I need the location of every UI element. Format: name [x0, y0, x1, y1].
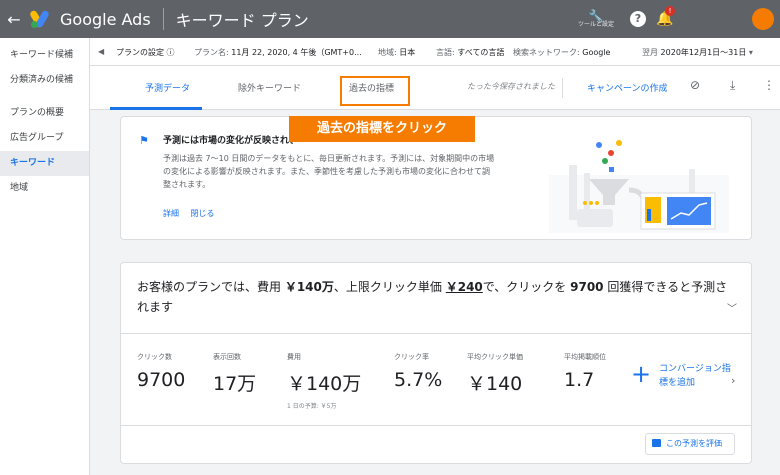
metric-value-avg-position: 1.7: [564, 369, 595, 391]
notification-badge: !: [665, 6, 675, 16]
tools-button[interactable]: 🔧 ツールと設定: [576, 10, 616, 28]
google-ads-logo: [28, 9, 52, 29]
close-link[interactable]: 閉じる: [191, 209, 215, 218]
plan-settings-bar: ◀ プランの設定 ⓘ プラン名: 11月 22, 2020, 4 午後（GMT+…: [90, 38, 780, 66]
sidebar-item-grouped-ideas[interactable]: 分類済みの候補: [0, 68, 89, 93]
create-campaign-button[interactable]: キャンペーンの作成: [587, 81, 668, 94]
metric-label-cost: 費用: [287, 353, 301, 361]
metric-value-avg-cpc: ￥140: [467, 373, 523, 395]
bell-icon[interactable]: 🔔 !: [656, 6, 675, 27]
add-icon[interactable]: +: [631, 362, 651, 386]
info-title: 予測には市場の変化が反映されます: [163, 136, 293, 146]
divider: [121, 333, 751, 334]
sidebar: キーワード候補 分類済みの候補 プランの概要 広告グループ キーワード 地域: [0, 38, 90, 475]
add-conversion-metric-link[interactable]: コンバージョン指標を追加: [659, 362, 731, 390]
evaluate-forecast-button[interactable]: この予測を評価: [645, 433, 735, 455]
divider: [162, 8, 164, 30]
metric-label-avg-position: 平均掲載順位: [564, 353, 606, 361]
metric-label-impressions: 表示回数: [213, 353, 241, 361]
instruction-callout: 過去の指標をクリック: [289, 116, 475, 142]
plan-settings-label[interactable]: プランの設定 ⓘ: [116, 47, 175, 58]
divider: [121, 425, 751, 426]
help-icon[interactable]: ?: [630, 11, 646, 27]
date-range-setting[interactable]: 翌月 2020年12月1日～31日 ▾: [642, 47, 753, 58]
app-name: Google Ads: [60, 9, 151, 29]
unlink-icon[interactable]: ⊘: [690, 78, 700, 92]
sidebar-item-ad-groups[interactable]: 広告グループ: [0, 126, 89, 151]
tabs-bar: 予測データ 除外キーワード 過去の指標 たった今保存されました キャンペーンの作…: [90, 66, 780, 110]
info-body: 予測は過去 7～10 日間のデータをもとに、毎日更新されます。予測には、対象期間…: [163, 154, 495, 189]
more-options-icon[interactable]: ⋮: [763, 78, 775, 92]
network-setting[interactable]: 検索ネットワーク: Google: [513, 47, 610, 58]
arrow-back-icon[interactable]: ←: [0, 10, 28, 29]
forecast-illustration: [549, 140, 729, 233]
avatar[interactable]: [752, 8, 774, 30]
feedback-icon: [652, 439, 661, 447]
metric-label-clicks: クリック数: [137, 353, 172, 361]
plan-name[interactable]: プラン名: 11月 22, 2020, 4 午後（GMT+0...: [194, 47, 362, 58]
region-setting[interactable]: 地域: 日本: [378, 47, 415, 58]
top-bar: ← Google Ads キーワード プラン 🔧 ツールと設定 ? 🔔 !: [0, 0, 780, 38]
page-title: キーワード プラン: [175, 11, 309, 30]
metric-value-ctr: 5.7%: [394, 369, 443, 391]
language-setting[interactable]: 言語: すべての言語: [436, 47, 504, 58]
divider: [562, 78, 563, 98]
download-icon[interactable]: ⤓: [730, 78, 735, 93]
tab-forecast[interactable]: 予測データ: [145, 81, 190, 94]
historical-metrics-highlight: [340, 76, 410, 106]
active-tab-indicator: [110, 107, 202, 110]
daily-budget: 1 日の予算: ￥5万: [287, 403, 337, 410]
sidebar-item-keywords[interactable]: キーワード: [0, 151, 89, 176]
metric-value-cost: ￥140万: [287, 373, 362, 395]
saved-status: たった今保存されました: [467, 82, 555, 91]
metric-value-impressions: 17万: [213, 373, 257, 395]
metric-label-avg-cpc: 平均クリック単価: [467, 353, 523, 361]
tab-negative-keywords[interactable]: 除外キーワード: [238, 81, 301, 94]
sidebar-item-locations[interactable]: 地域: [0, 176, 89, 201]
forecast-headline: お客様のプランでは、費用 ￥140万、上限クリック単価 ￥240で、クリックを …: [137, 280, 728, 314]
chevron-right-icon[interactable]: ›: [731, 374, 735, 387]
collapse-icon[interactable]: ◀: [98, 47, 104, 56]
details-link[interactable]: 詳細: [163, 209, 179, 218]
metric-label-ctr: クリック率: [394, 353, 429, 361]
flag-icon: ⚑: [139, 134, 149, 147]
forecast-summary-card: お客様のプランでは、費用 ￥140万、上限クリック単価 ￥240で、クリックを …: [120, 262, 752, 464]
sidebar-item-plan-overview[interactable]: プランの概要: [0, 101, 89, 126]
tools-label: ツールと設定: [577, 21, 614, 28]
chevron-down-icon[interactable]: ﹀: [727, 300, 737, 315]
sidebar-item-keyword-ideas[interactable]: キーワード候補: [0, 43, 89, 68]
metric-value-clicks: 9700: [137, 369, 186, 391]
